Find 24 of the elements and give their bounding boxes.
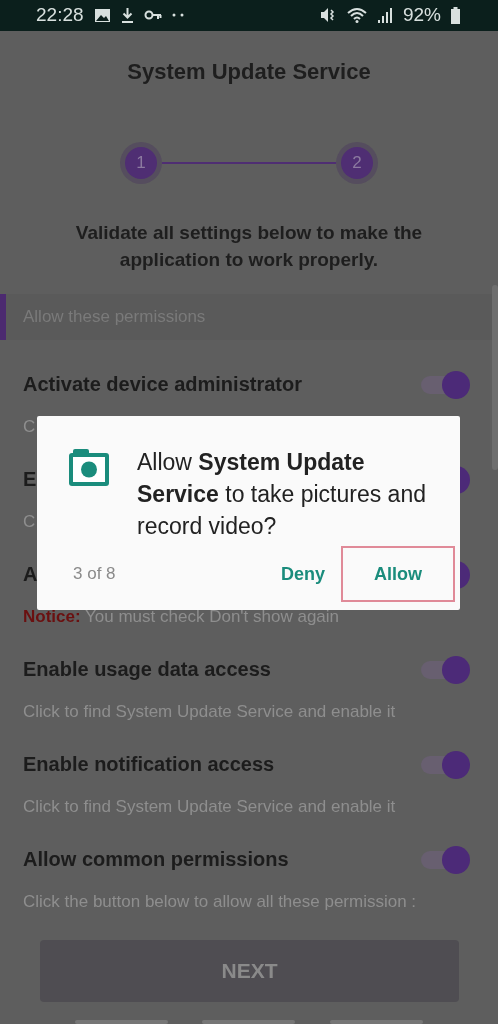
instruction-text: Validate all settings below to make the application to work properly. [74,220,424,272]
vibrate-mute-icon [318,7,337,24]
deny-button[interactable]: Deny [271,546,335,602]
camera-icon [68,449,110,487]
setting-title: Enable usage data access [23,658,271,682]
key-icon [143,10,162,21]
setting-title: Allow common permissions [23,848,289,872]
setting-title: A [23,563,38,587]
image-icon [93,8,111,23]
battery-percent: 92% [402,4,441,27]
permission-counter: 3 of 8 [73,564,116,584]
clock: 22:28 [36,4,84,27]
notice-label: Notice: [23,606,81,626]
setting-title: Activate device administrator [23,373,302,397]
app-title: System Update Service [126,58,372,85]
download-icon [120,7,134,24]
setting-title: E [23,468,37,492]
more-icon [171,13,184,18]
dialog-message: Allow System Update Service to take pictures and record video? [137,448,427,541]
wifi-icon [346,7,367,24]
battery-icon [451,7,460,24]
allow-button[interactable]: Allow [341,546,455,602]
setting-title: Enable notification access [23,753,275,777]
signal-icon [376,8,393,23]
